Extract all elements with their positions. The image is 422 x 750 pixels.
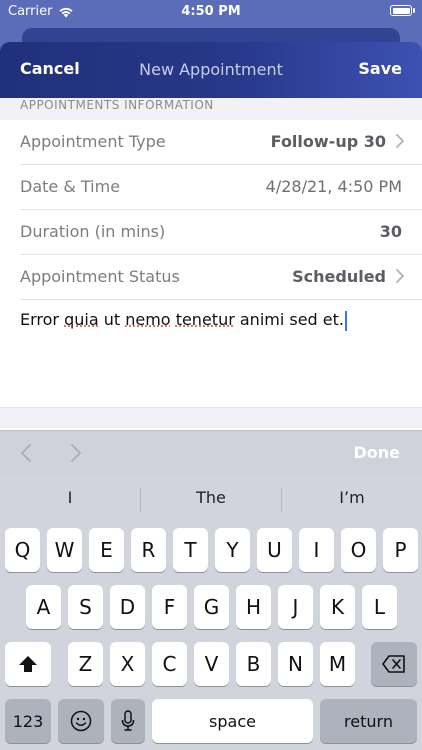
- key-r[interactable]: R: [131, 528, 166, 572]
- key-k[interactable]: K: [320, 585, 355, 629]
- microphone-icon: [121, 710, 135, 731]
- done-button[interactable]: Done: [353, 443, 400, 462]
- cancel-button[interactable]: Cancel: [20, 59, 80, 78]
- appointment-form: APPOINTMENTS INFORMATION Appointment Typ…: [0, 98, 422, 430]
- chevron-right-icon: [396, 269, 404, 283]
- return-key[interactable]: return: [320, 699, 417, 743]
- suggestion-item[interactable]: I: [0, 488, 140, 507]
- status-bar: Carrier 4:50 PM: [0, 0, 422, 26]
- key-p[interactable]: P: [383, 528, 418, 572]
- appointment-type-value: Follow-up 30: [270, 132, 386, 151]
- suggestion-bar: I The I’m: [0, 474, 422, 524]
- key-s[interactable]: S: [68, 585, 103, 629]
- numbers-key[interactable]: 123: [5, 699, 51, 743]
- key-f[interactable]: F: [152, 585, 187, 629]
- key-u[interactable]: U: [257, 528, 292, 572]
- key-w[interactable]: W: [47, 528, 82, 572]
- misspelled-word: nemo: [125, 310, 171, 329]
- key-g[interactable]: G: [194, 585, 229, 629]
- appointment-type-row[interactable]: Appointment Type Follow-up 30: [20, 120, 422, 165]
- date-time-row[interactable]: Date & Time 4/28/21, 4:50 PM: [20, 165, 422, 210]
- duration-value[interactable]: 30: [380, 222, 402, 241]
- appointment-status-label: Appointment Status: [20, 267, 180, 286]
- delete-key[interactable]: [371, 642, 417, 686]
- key-i[interactable]: I: [299, 528, 334, 572]
- key-x[interactable]: X: [110, 642, 145, 686]
- battery-icon: [390, 5, 415, 16]
- suggestion-item[interactable]: The: [141, 488, 281, 507]
- notes-text-part: animi sed et.: [234, 310, 344, 329]
- misspelled-word: tenetur: [175, 310, 235, 329]
- notes-text: Error quia ut nemo tenetur animi sed et.: [20, 310, 344, 329]
- date-time-label: Date & Time: [20, 177, 121, 196]
- key-o[interactable]: O: [341, 528, 376, 572]
- key-z[interactable]: Z: [68, 642, 103, 686]
- appointment-type-label: Appointment Type: [20, 132, 166, 151]
- shift-icon: [19, 656, 37, 672]
- emoji-icon: [70, 710, 92, 732]
- key-m[interactable]: M: [320, 642, 355, 686]
- form-footer: [0, 408, 422, 428]
- chevron-right-icon: [396, 134, 404, 148]
- section-header: APPOINTMENTS INFORMATION: [0, 98, 422, 120]
- date-time-value: 4/28/21, 4:50 PM: [265, 177, 402, 196]
- status-time: 4:50 PM: [181, 4, 241, 19]
- key-e[interactable]: E: [89, 528, 124, 572]
- key-a[interactable]: A: [26, 585, 61, 629]
- appointment-status-value: Scheduled: [292, 267, 386, 286]
- keyboard: I The I’m Q W E R T Y U I O P A S D F G …: [0, 474, 422, 750]
- save-button[interactable]: Save: [358, 59, 402, 78]
- notes-text-part: ut: [98, 310, 126, 329]
- notes-text-area[interactable]: Error quia ut nemo tenetur animi sed et.: [0, 300, 422, 408]
- duration-row[interactable]: Duration (in mins) 30: [20, 210, 422, 255]
- key-c[interactable]: C: [152, 642, 187, 686]
- emoji-key[interactable]: [58, 699, 104, 743]
- navigation-header: Cancel New Appointment Save: [0, 42, 422, 98]
- key-j[interactable]: J: [278, 585, 313, 629]
- keyboard-accessory-bar: Done: [0, 430, 422, 475]
- dictation-key[interactable]: [111, 699, 145, 743]
- key-y[interactable]: Y: [215, 528, 250, 572]
- suggestion-item[interactable]: I’m: [282, 488, 422, 507]
- chevron-left-icon[interactable]: [20, 443, 32, 463]
- key-l[interactable]: L: [362, 585, 397, 629]
- key-h[interactable]: H: [236, 585, 271, 629]
- notes-text-part: Error: [20, 310, 65, 329]
- appointment-status-row[interactable]: Appointment Status Scheduled: [20, 255, 422, 300]
- duration-label: Duration (in mins): [20, 222, 166, 241]
- key-t[interactable]: T: [173, 528, 208, 572]
- delete-icon: [382, 655, 405, 673]
- space-key[interactable]: space: [152, 699, 313, 743]
- text-cursor: [345, 310, 347, 331]
- chevron-right-icon[interactable]: [70, 443, 82, 463]
- key-v[interactable]: V: [194, 642, 229, 686]
- key-b[interactable]: B: [236, 642, 271, 686]
- key-q[interactable]: Q: [5, 528, 40, 572]
- shift-key[interactable]: [5, 642, 51, 686]
- key-d[interactable]: D: [110, 585, 145, 629]
- key-n[interactable]: N: [278, 642, 313, 686]
- misspelled-word: quia: [64, 310, 99, 329]
